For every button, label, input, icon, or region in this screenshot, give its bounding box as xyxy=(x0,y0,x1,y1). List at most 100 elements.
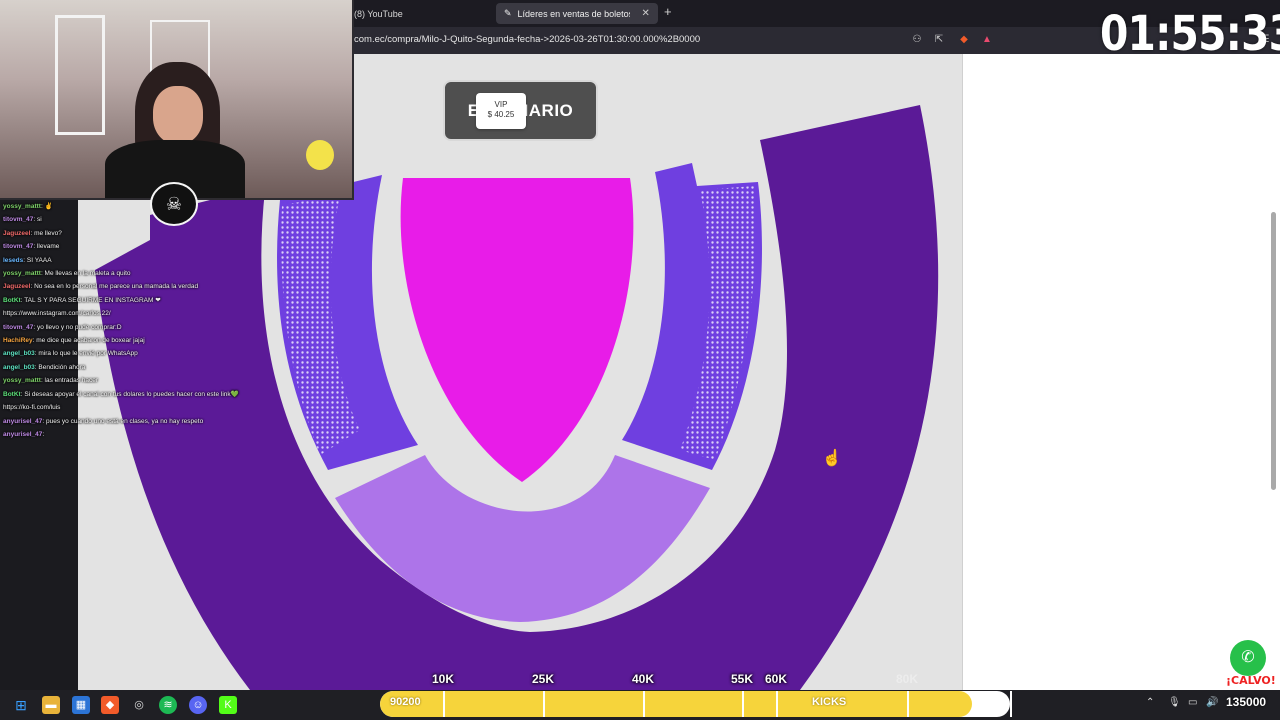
chat-username[interactable]: BotKt xyxy=(3,297,21,304)
chat-username[interactable]: titovm_47 xyxy=(3,243,33,250)
chat-text: https://ko-fi.com/luis xyxy=(3,404,61,412)
tab-youtube[interactable]: (8) YouTube xyxy=(346,3,411,24)
chat-text: : mira lo que le envié por WhatsApp xyxy=(34,350,138,358)
tray-chevron-icon[interactable]: ⌃ xyxy=(1146,697,1154,708)
whatsapp-icon[interactable]: ✆ xyxy=(1230,640,1266,676)
kick-icon[interactable]: K xyxy=(219,696,237,714)
chat-username[interactable]: anyurisel_47 xyxy=(3,418,42,425)
chat-username[interactable]: titovm_47 xyxy=(3,216,33,223)
chat-text: https://www.instagram.com/carlos.22/ xyxy=(3,310,111,318)
share-icon[interactable]: ⇱ xyxy=(932,33,946,47)
chat-text: : las entradas hacer xyxy=(40,377,99,385)
goal-milestones: 10K 25K 40K 55K 60K 80K xyxy=(0,672,1280,690)
shelf xyxy=(55,15,105,135)
discord-icon[interactable]: ☺ xyxy=(189,696,207,714)
chat-message: https://ko-fi.com/luis xyxy=(0,401,210,414)
store-icon[interactable]: ▦ xyxy=(72,696,90,714)
chat-message: anyurisel_47: pues yo cuando uno está en… xyxy=(0,415,210,428)
spotify-icon[interactable]: ≋ xyxy=(159,696,177,714)
battery-icon[interactable]: ▭ xyxy=(1188,697,1197,708)
chat-message: Jaguzeel: No sea en lo personal me parec… xyxy=(0,280,210,293)
chat-text: : Me llevas en la maleta a quito xyxy=(40,270,131,278)
tab-label: Líderes en ventas de boletos de xyxy=(517,8,630,19)
pen-icon: ✎ xyxy=(504,8,512,18)
tooltip-zone: VIP xyxy=(494,100,508,109)
scrollbar-thumb[interactable] xyxy=(1271,212,1276,490)
chat-username[interactable]: HachiRey xyxy=(3,337,33,344)
brave-browser-icon[interactable]: ◆ xyxy=(101,696,119,714)
progress-tick xyxy=(443,691,445,717)
chat-message: Jaguzeel: me llevo? xyxy=(0,227,210,240)
progress-tick xyxy=(643,691,645,717)
chat-username[interactable]: yossy_mattt xyxy=(3,270,41,277)
chat-message: angel_b03: mira lo que le envié por What… xyxy=(0,347,210,360)
chat-username[interactable]: Jaguzeel xyxy=(3,230,30,237)
chat-text: : pues yo cuando uno está en clases, ya … xyxy=(42,417,204,425)
price-tooltip: VIP $ 40.25 xyxy=(476,93,526,129)
tab-tickets[interactable]: ✎ Líderes en ventas de boletos de ✕ xyxy=(496,3,658,24)
chat-text: : xyxy=(42,430,45,438)
hand-cursor-icon: ☝ xyxy=(822,450,842,467)
chat-username[interactable]: yossy_mattt xyxy=(3,203,41,210)
milestone-60k: 60K xyxy=(765,672,788,686)
milestone-10k: 10K xyxy=(432,672,455,686)
chat-username[interactable]: angel_b03 xyxy=(3,350,35,357)
streamer-face xyxy=(153,86,203,144)
chat-username[interactable]: anyurisel_47 xyxy=(3,431,42,438)
chat-message: titovm_47: yo llevo y no pude comprar:D xyxy=(0,321,210,334)
new-tab-button[interactable]: + xyxy=(664,4,672,19)
zone-platea[interactable] xyxy=(400,178,634,482)
progress-tick xyxy=(543,691,545,717)
brave-shield-icon[interactable]: ◆ xyxy=(957,33,971,47)
chat-message: yossy_mattt: las entradas hacer xyxy=(0,374,210,387)
goal-kicks-label: KICKS xyxy=(812,696,847,708)
volume-icon[interactable]: 🔊 xyxy=(1206,697,1218,708)
chat-message: angel_b03: Bendición ahora xyxy=(0,361,210,374)
progress-tick xyxy=(907,691,909,717)
close-tab-icon[interactable]: ✕ xyxy=(642,8,650,19)
chat-text: : ✌ xyxy=(40,203,53,210)
chat-text: : me llevo? xyxy=(30,229,62,237)
goal-progress-bar xyxy=(380,691,1010,717)
chat-message: yossy_mattt: ✌ xyxy=(0,200,210,213)
chat-username[interactable]: leseds xyxy=(3,257,23,264)
obs-icon[interactable]: ◎ xyxy=(130,696,148,714)
chat-message: yossy_mattt: Me llevas en la maleta a qu… xyxy=(0,267,210,280)
progress-tick xyxy=(742,691,744,717)
chat-message: HachiRey: me dice que acabaron de boxear… xyxy=(0,334,210,347)
url-field[interactable]: com.ec/compra/Milo-J-Quito-Segunda-fecha… xyxy=(354,34,700,45)
chat-text: : TAL S Y PARA SEGUIRME EN INSTAGRAM ❤ xyxy=(20,296,161,304)
tab-label: (8) YouTube xyxy=(354,8,403,19)
stream-timer: 01:55:33 xyxy=(1100,6,1280,62)
tooltip-price: $ 40.25 xyxy=(487,110,515,119)
chat-text: : llevame xyxy=(33,243,60,251)
chat-text: : yo llevo y no pude comprar:D xyxy=(33,323,122,331)
translate-icon[interactable]: ⚇ xyxy=(910,33,924,47)
goal-end-marker xyxy=(1010,691,1012,717)
goal-total: 135000 xyxy=(1226,695,1267,709)
chat-message: BotKt: Si deseas apoyar el canal con tus… xyxy=(0,388,239,401)
chat-overlay: yossy_mattt: ✌ titovm_47: si Jaguzeel: me … xyxy=(0,200,239,480)
progress-tick xyxy=(776,691,778,717)
chat-username[interactable]: BotKt xyxy=(3,391,21,398)
chat-message: https://www.instagram.com/carlos.22/ xyxy=(0,307,210,320)
microphone-icon[interactable]: 🎙 xyxy=(1168,697,1181,708)
chat-message: anyurisel_47: xyxy=(0,428,210,441)
goal-current: 90200 xyxy=(390,696,421,708)
milestone-40k: 40K xyxy=(632,672,655,686)
file-explorer-icon[interactable]: ▬ xyxy=(42,696,60,714)
chat-text: : No sea en lo personal me parece una ma… xyxy=(30,283,199,291)
screen: (8) YouTube ✎ Líderes en ventas de bolet… xyxy=(0,0,1280,720)
rubber-duck xyxy=(306,140,334,170)
goal-progress-fill xyxy=(380,691,973,717)
chat-message: leseds: SI YAAA xyxy=(0,254,210,267)
rewards-icon[interactable]: ▲ xyxy=(980,33,994,47)
chat-username[interactable]: yossy_mattt xyxy=(3,377,41,384)
chat-username[interactable]: titovm_47 xyxy=(3,324,33,331)
chat-text: : si xyxy=(33,216,42,224)
chat-text: : Bendición ahora xyxy=(34,363,86,371)
milestone-55k: 55K xyxy=(731,672,754,686)
chat-username[interactable]: Jaguzeel xyxy=(3,283,30,290)
windows-start-icon[interactable]: ⊞ xyxy=(12,696,30,714)
chat-username[interactable]: angel_b03 xyxy=(3,364,35,371)
